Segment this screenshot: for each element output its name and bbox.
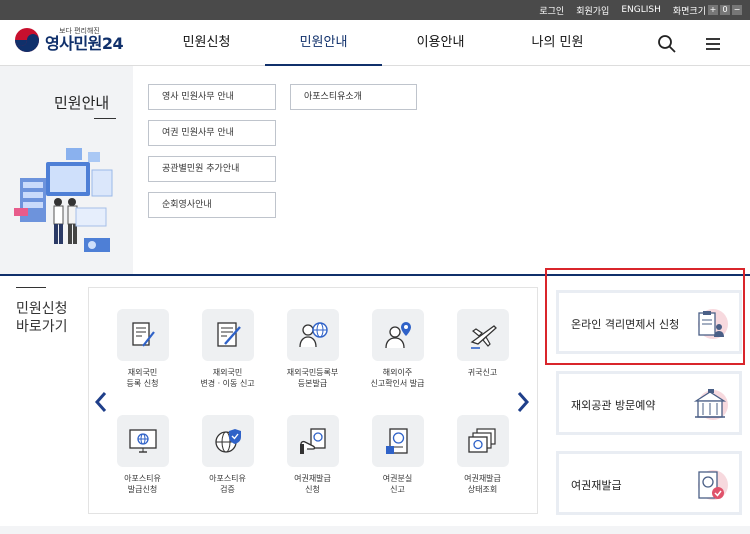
link-circuit-consul-guide[interactable]: 순회영사안내 <box>148 192 276 218</box>
tile-register-copy[interactable]: 재외국민등록부 등본발급 <box>270 309 355 389</box>
passport-stack-icon <box>467 428 496 453</box>
document-pen-icon <box>131 322 155 347</box>
font-size-control: 화면크기 + 0 − <box>673 4 742 17</box>
font-size-label: 화면크기 <box>672 6 706 17</box>
card-passport-reissue[interactable]: 여권재발급 <box>556 451 742 515</box>
tile-icon-box <box>201 415 254 467</box>
tile-icon-box <box>201 309 254 361</box>
main-header: 보다 편리해진 영사민원24 민원신청 민원안내 이용안내 나의 민원 <box>0 20 750 66</box>
tile-passport-reissue[interactable]: 여권재발급 신청 <box>270 415 355 495</box>
tile-icon-box <box>286 415 339 467</box>
taegeuk-emblem-icon <box>15 28 39 52</box>
font-size-reset-button[interactable]: 0 <box>720 5 730 15</box>
font-size-increase-button[interactable]: + <box>708 5 718 15</box>
nav-item-usage[interactable]: 이용안내 <box>382 20 499 66</box>
font-size-decrease-button[interactable]: − <box>732 5 742 15</box>
tile-icon-box <box>371 309 424 361</box>
passport-icon <box>385 428 408 454</box>
tile-emigration-certificate[interactable]: 해외이주 신고확인서 발급 <box>355 309 440 389</box>
nav-item-my[interactable]: 나의 민원 <box>499 20 616 66</box>
tile-label: 아포스티유 검증 <box>209 474 246 494</box>
link-consular-guide[interactable]: 영사 민원사무 안내 <box>148 84 276 110</box>
tile-label: 귀국신고 <box>467 368 498 377</box>
tile-icon-box <box>116 309 169 361</box>
login-link[interactable]: 로그인 <box>539 4 564 17</box>
link-passport-guide[interactable]: 여권 민원사무 안내 <box>148 120 276 146</box>
shortcut-section-title: 민원신청 바로가기 <box>16 301 68 335</box>
chevron-right-icon[interactable] <box>515 390 531 414</box>
utility-bar: 로그인 회원가입 ENGLISH 화면크기 + 0 − <box>0 0 750 20</box>
nav-item-guide[interactable]: 민원안내 <box>265 20 382 66</box>
tile-label: 재외국민 변경 · 이동 신고 <box>200 368 255 388</box>
monitor-globe-icon <box>128 429 157 453</box>
section-divider <box>16 287 46 288</box>
title-divider <box>94 118 116 119</box>
tile-overseas-registration[interactable]: 재외국민 등록 신청 <box>100 309 185 389</box>
signup-link[interactable]: 회원가입 <box>576 4 609 17</box>
logo-text: 보다 편리해진 영사민원24 <box>45 27 124 53</box>
dropdown-side-panel: 민원안내 <box>0 66 133 274</box>
tile-icon-box <box>456 309 509 361</box>
tile-apostille-verify[interactable]: 아포스티유 검증 <box>185 415 270 495</box>
site-logo[interactable]: 보다 편리해진 영사민원24 <box>14 27 124 53</box>
office-workers-illustration <box>14 148 113 252</box>
tile-registration-change[interactable]: 재외국민 변경 · 이동 신고 <box>185 309 270 389</box>
nav-item-apply[interactable]: 민원신청 <box>148 20 265 66</box>
tile-label: 여권분실 신고 <box>382 474 413 494</box>
hand-passport-icon <box>299 428 326 454</box>
tile-label: 여권재발급 상태조회 <box>464 474 501 494</box>
highlight-box <box>545 268 745 365</box>
airplane-icon <box>470 325 497 349</box>
card-mission-visit-reservation[interactable]: 재외공관 방문예약 <box>556 371 742 435</box>
tile-return-report[interactable]: 귀국신고 <box>440 309 525 378</box>
passport-check-icon <box>698 470 728 500</box>
tile-icon-box <box>456 415 509 467</box>
tile-label: 여권재발급 신청 <box>294 474 331 494</box>
tile-label: 재외국민 등록 신청 <box>126 368 159 388</box>
tile-label: 해외이주 신고확인서 발급 <box>370 368 425 388</box>
main-nav: 민원신청 민원안내 이용안내 나의 민원 <box>148 20 616 66</box>
logo-title: 영사민원24 <box>45 34 124 53</box>
english-link[interactable]: ENGLISH <box>621 5 661 15</box>
footer-strip <box>0 526 750 534</box>
globe-shield-icon <box>214 429 241 453</box>
tile-label: 아포스티유 발급신청 <box>124 474 161 494</box>
person-location-icon <box>384 322 411 349</box>
card-label: 여권재발급 <box>571 479 622 492</box>
search-icon[interactable] <box>656 33 678 55</box>
chevron-left-icon[interactable] <box>93 390 109 414</box>
edit-document-icon <box>216 322 241 347</box>
shortcut-carousel: 재외국민 등록 신청 재외국민 변경 · 이동 신고 재외국민등록부 등본발급 <box>88 287 538 514</box>
link-apostille-intro[interactable]: 아포스티유소개 <box>290 84 417 110</box>
embassy-building-icon <box>693 389 728 420</box>
tile-icon-box <box>116 415 169 467</box>
link-mission-extra-guide[interactable]: 공관별민원 추가안내 <box>148 156 276 182</box>
tile-icon-box <box>371 415 424 467</box>
dropdown-title: 민원안내 <box>54 94 110 112</box>
tile-label: 재외국민등록부 등본발급 <box>286 368 339 388</box>
tile-apostille-apply[interactable]: 아포스티유 발급신청 <box>100 415 185 495</box>
tile-passport-status[interactable]: 여권재발급 상태조회 <box>440 415 525 495</box>
card-label: 재외공관 방문예약 <box>571 399 656 412</box>
person-globe-icon <box>298 322 328 348</box>
tile-passport-loss[interactable]: 여권분실 신고 <box>355 415 440 495</box>
hamburger-menu-icon[interactable] <box>702 33 724 55</box>
mega-menu-dropdown: 민원안내 영사 민원사무 안내 여권 민원사무 안내 공관별민원 추가안내 순회… <box>0 66 750 276</box>
tile-icon-box <box>286 309 339 361</box>
